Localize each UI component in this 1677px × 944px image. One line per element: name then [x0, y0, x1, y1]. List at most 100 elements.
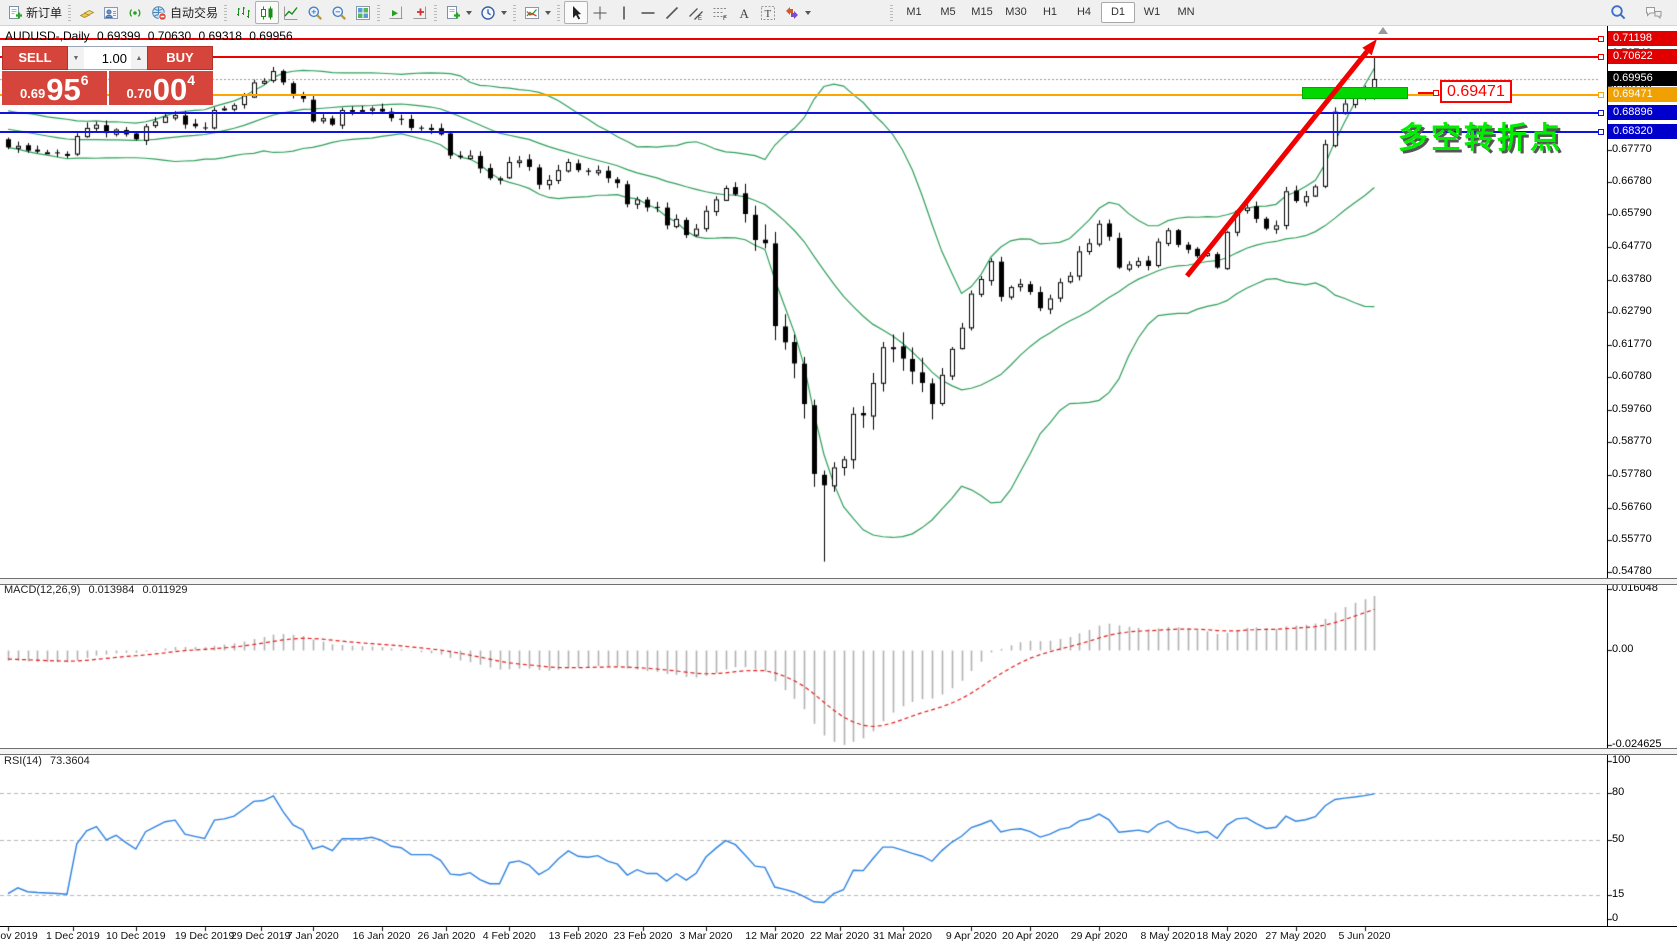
chart-shift-icon: [412, 5, 428, 21]
toolbar-grip: [434, 5, 437, 21]
price-axis-line: [1607, 26, 1608, 927]
cursor-button[interactable]: [564, 1, 588, 24]
arrows-button[interactable]: [780, 1, 815, 24]
svg-text:F: F: [723, 15, 727, 21]
vertical-line-icon: [616, 5, 632, 21]
chart-shift-button[interactable]: [408, 1, 432, 24]
callout-connector: [1418, 92, 1434, 94]
macd-name: MACD(12,26,9): [4, 584, 80, 596]
chevron-down-icon: [501, 11, 507, 15]
level-line-support[interactable]: [0, 131, 1600, 133]
price-tick-label: 0.55770: [1612, 533, 1652, 545]
date-tick-label: 7 Jan 2020: [287, 930, 339, 942]
date-tick-label: 27 May 2020: [1265, 930, 1326, 942]
signal-icon: [127, 5, 143, 21]
green-highlight-bar[interactable]: [1302, 87, 1408, 99]
high-value: 0.70630: [148, 29, 191, 43]
gold-ingot-button[interactable]: [75, 1, 99, 24]
gold-ingot-icon: [79, 5, 95, 21]
trendline-button[interactable]: [660, 1, 684, 24]
buy-price-display: 0.70 00 4: [109, 71, 214, 105]
horizontal-line-icon: [640, 5, 656, 21]
volume-input[interactable]: [84, 47, 131, 69]
tf-d1-button[interactable]: D1: [1101, 2, 1135, 23]
new-order-label: 新订单: [26, 4, 62, 21]
channel-button[interactable]: E: [684, 1, 708, 24]
rsi-scale-label: 100: [1612, 754, 1630, 766]
tf-h4-button[interactable]: H4: [1067, 2, 1101, 23]
toolbar-grip: [68, 5, 71, 21]
chart-shift-marker-icon: [1378, 27, 1388, 34]
text-button[interactable]: A: [732, 1, 756, 24]
tf-mn-button[interactable]: MN: [1169, 2, 1203, 23]
signals-button[interactable]: [123, 1, 147, 24]
volume-up-button[interactable]: ▲: [131, 47, 147, 69]
date-tick-label: 9 Apr 2020: [946, 930, 997, 942]
bar-chart-button[interactable]: [231, 1, 255, 24]
price-callout[interactable]: 0.69471: [1440, 80, 1512, 103]
tile-windows-button[interactable]: [351, 1, 375, 24]
sell-price-small: 0.69: [20, 86, 45, 101]
buy-price-big: 00: [153, 77, 187, 103]
tf-w1-button[interactable]: W1: [1135, 2, 1169, 23]
new-order-button[interactable]: 新订单: [3, 1, 66, 24]
price-tick-label: 0.54780: [1612, 565, 1652, 577]
date-tick-label: 20 Apr 2020: [1002, 930, 1059, 942]
open-value: 0.69399: [97, 29, 140, 43]
macd-pane-separator[interactable]: [0, 578, 1677, 585]
price-tick-label: 0.58770: [1612, 435, 1652, 447]
price-badge: 0.68896: [1608, 105, 1677, 120]
price-tick-label: 0.64770: [1612, 240, 1652, 252]
time-axis-line: [0, 926, 1677, 927]
zoom-in-button[interactable]: [303, 1, 327, 24]
chat-button[interactable]: [1641, 1, 1667, 24]
tf-m30-button[interactable]: M30: [999, 2, 1033, 23]
tf-m15-button[interactable]: M15: [965, 2, 999, 23]
zoom-out-button[interactable]: [327, 1, 351, 24]
one-click-trading-panel: SELL ▼ ▲ BUY 0.69 95 6 0.70 00 4: [2, 46, 213, 105]
price-tick-label: 0.61770: [1612, 338, 1652, 350]
macd-main-value: 0.013984: [88, 584, 134, 596]
price-tick-label: 0.60780: [1612, 370, 1652, 382]
annotation-text[interactable]: 多空转折点: [1398, 113, 1563, 157]
crosshair-button[interactable]: [588, 1, 612, 24]
level-line-resistance[interactable]: [0, 56, 1600, 58]
tf-m5-button[interactable]: M5: [931, 2, 965, 23]
buy-button[interactable]: BUY: [147, 46, 213, 70]
rsi-pane-separator[interactable]: [0, 748, 1677, 755]
date-tick-label: 22 Mar 2020: [810, 930, 869, 942]
trendline-icon: [664, 5, 680, 21]
fibonacci-icon: F: [712, 5, 728, 21]
candlestick-chart-button[interactable]: [255, 1, 279, 24]
text-label-button[interactable]: T: [756, 1, 780, 24]
indicators-icon: [524, 5, 540, 21]
data-window-button[interactable]: [99, 1, 123, 24]
fibonacci-button[interactable]: F: [708, 1, 732, 24]
line-chart-button[interactable]: [279, 1, 303, 24]
symbol-period-label: AUDUSD-,Daily: [5, 29, 90, 43]
indicators-button[interactable]: [520, 1, 555, 24]
date-tick-label: 19 Dec 2019: [175, 930, 235, 942]
tf-m1-button[interactable]: M1: [897, 2, 931, 23]
new-chart-button[interactable]: [441, 1, 476, 24]
date-tick-label: 12 Mar 2020: [745, 930, 804, 942]
level-anchor: [1598, 129, 1604, 135]
volume-down-button[interactable]: ▼: [68, 47, 84, 69]
tf-h1-button[interactable]: H1: [1033, 2, 1067, 23]
person-window-icon: [103, 5, 119, 21]
horizontal-line-button[interactable]: [636, 1, 660, 24]
new-order-icon: [7, 5, 23, 21]
svg-text:T: T: [765, 8, 772, 20]
level-line-support[interactable]: [0, 112, 1600, 114]
profiles-button[interactable]: [476, 1, 511, 24]
date-tick-label: 10 Dec 2019: [106, 930, 166, 942]
toolbar-grip: [890, 5, 893, 21]
price-tick-label: 0.66780: [1612, 175, 1652, 187]
search-button[interactable]: [1606, 1, 1631, 24]
vertical-line-button[interactable]: [612, 1, 636, 24]
auto-trading-button[interactable]: 自动交易: [147, 1, 222, 24]
svg-text:E: E: [698, 16, 702, 21]
sell-button[interactable]: SELL: [2, 46, 68, 70]
zoom-in-icon: [307, 5, 323, 21]
auto-scroll-button[interactable]: [384, 1, 408, 24]
